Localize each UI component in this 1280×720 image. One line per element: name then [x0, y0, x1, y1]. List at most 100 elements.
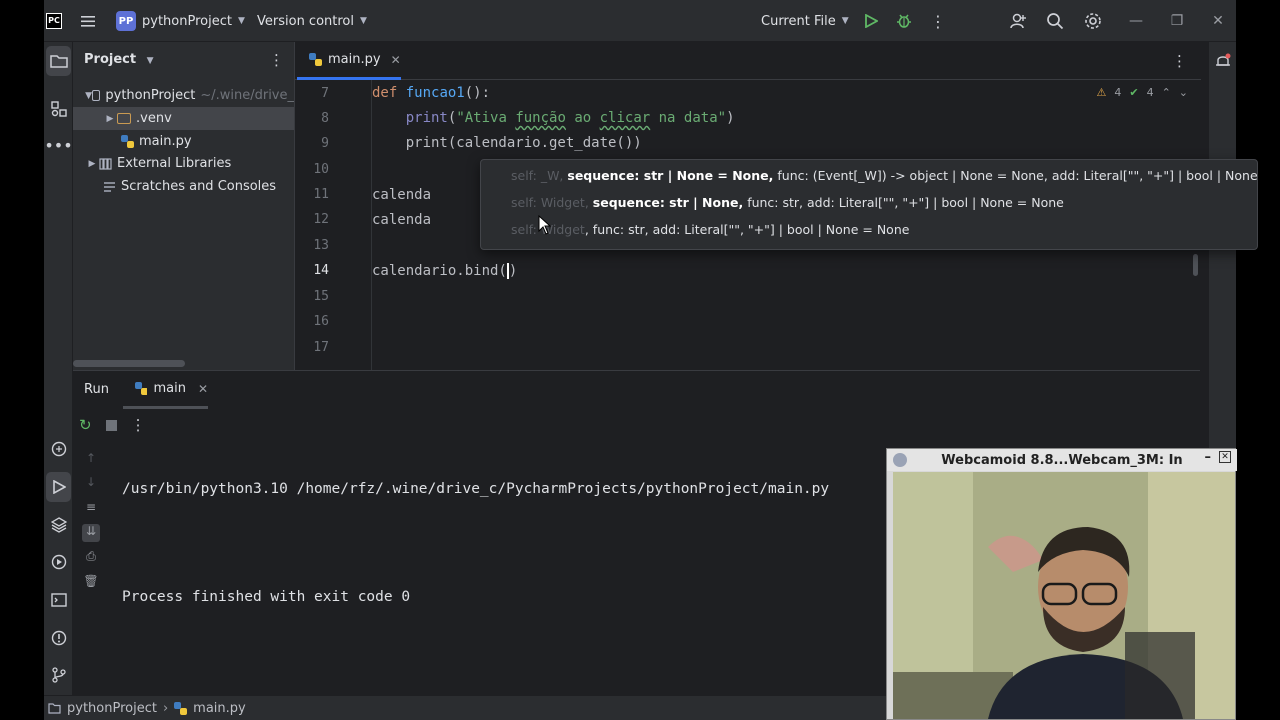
arrow-up-icon[interactable]: ↑	[82, 451, 100, 469]
layers-tool-button[interactable]	[44, 510, 73, 540]
code-text: calendario.bind(	[372, 263, 507, 279]
keyword: def	[372, 85, 398, 101]
run-button[interactable]	[864, 0, 878, 42]
debug-button[interactable]	[896, 0, 912, 42]
close-button[interactable]: ✕	[1198, 0, 1238, 42]
line-number: 12	[313, 212, 329, 227]
rerun-icon[interactable]: ↻	[79, 416, 92, 434]
signature-3: self: Widget , func: str, add: Literal["…	[481, 216, 1259, 243]
signature-rest: func: str, add: Literal["", "+"] | bool …	[747, 195, 1064, 210]
layers-icon	[50, 517, 67, 533]
play-icon	[865, 14, 878, 28]
python-file-icon	[121, 135, 134, 148]
webcam-title-bar[interactable]: Webcamoid 8.8...Webcam_3M: In – ✕	[887, 449, 1237, 471]
code-text: calenda	[372, 212, 432, 228]
signature-rest: , func: str, add: Literal["", "+"] | boo…	[584, 222, 910, 237]
print-icon[interactable]: ⎙	[82, 549, 100, 567]
code-with-me-button[interactable]	[1009, 0, 1027, 42]
check-icon: ✔	[1129, 86, 1139, 99]
tree-item-label: pythonProject	[105, 88, 196, 103]
settings-button[interactable]	[1084, 0, 1102, 42]
tab-main-py[interactable]: main.py ✕	[297, 42, 401, 80]
tab-options-icon[interactable]: ⋮	[1172, 52, 1187, 70]
code-line-14[interactable]: calendario.bind()	[372, 263, 518, 279]
function-name: funcao1	[405, 85, 465, 101]
minimize-icon: —	[1129, 13, 1143, 29]
run-tool-button[interactable]	[46, 472, 71, 502]
webcam-app-icon	[893, 453, 907, 467]
more-options-icon[interactable]: ⋮	[131, 416, 146, 434]
project-tool-button[interactable]	[46, 46, 71, 76]
close-icon: ✕	[1212, 13, 1224, 29]
git-branch-icon	[51, 667, 66, 683]
console-line: Process finished with exit code 0	[122, 589, 411, 605]
parameter-info-popup: self: _W, sequence: str | None = None, f…	[480, 159, 1259, 250]
minimize-icon[interactable]: –	[1205, 450, 1212, 465]
code-line-11[interactable]: calenda	[372, 187, 431, 203]
tree-item-venv[interactable]: ▶ .venv	[73, 107, 294, 130]
run-tab-main[interactable]: main ✕	[123, 371, 208, 409]
more-tools-icon[interactable]: •••	[44, 130, 73, 160]
webcam-video-feed	[893, 472, 1235, 719]
panel-options-icon[interactable]: ⋮	[269, 51, 284, 69]
code-line-9[interactable]: print(calendario.get_date())	[372, 135, 642, 151]
pycharm-logo: PC	[46, 13, 62, 29]
arrow-down-icon[interactable]: ↓	[82, 475, 100, 493]
run-config-selector[interactable]: Current File ▼	[761, 0, 849, 42]
string-literal: na data"	[650, 110, 727, 126]
close-tab-icon[interactable]: ✕	[391, 53, 401, 67]
close-tab-icon[interactable]: ✕	[198, 382, 208, 396]
webcam-person-image	[893, 472, 1235, 719]
webcam-window: Webcamoid 8.8...Webcam_3M: In – ✕	[886, 448, 1237, 720]
code-line-8[interactable]: print("Ativa função ao clicar na data")	[372, 110, 735, 126]
breadcrumb-file[interactable]: main.py	[193, 701, 246, 716]
minimize-button[interactable]: —	[1116, 0, 1156, 42]
signature-current-param: sequence: str | None,	[592, 195, 744, 210]
chevron-up-icon[interactable]: ⌃	[1162, 86, 1171, 99]
scroll-to-end-icon[interactable]: ⇊	[82, 524, 100, 542]
soft-wrap-icon[interactable]: ≡	[82, 500, 100, 518]
inspection-widget[interactable]: ⚠ 4 ✔ 4 ⌃ ⌄	[1096, 86, 1188, 99]
line-number: 8	[321, 111, 329, 126]
tree-item-scratches[interactable]: Scratches and Consoles	[73, 175, 294, 198]
version-control-menu[interactable]: Version control ▼	[257, 0, 367, 42]
editor-vertical-scrollbar[interactable]	[1193, 254, 1198, 276]
structure-icon	[50, 101, 67, 117]
problems-tool-button[interactable]	[44, 623, 73, 653]
main-menu-button[interactable]	[80, 0, 96, 42]
git-tool-button[interactable]	[44, 660, 73, 690]
tree-item-label: main.py	[139, 134, 192, 149]
line-number: 9	[321, 136, 329, 151]
signature-2: self: Widget, sequence: str | None, func…	[481, 189, 1259, 216]
notifications-button[interactable]	[1214, 52, 1232, 74]
breadcrumb-project[interactable]: pythonProject	[67, 701, 157, 716]
left-tool-strip: •••	[44, 42, 73, 695]
vcs-label: Version control	[257, 13, 354, 29]
trash-icon[interactable]: 🗑	[82, 574, 100, 592]
terminal-tool-button[interactable]	[44, 585, 73, 615]
python-packages-button[interactable]	[44, 434, 73, 464]
project-panel-title: Project	[84, 52, 137, 67]
tree-item-main-py[interactable]: main.py	[73, 130, 294, 153]
console-output[interactable]: /usr/bin/python3.10 /home/rfz/.wine/driv…	[122, 441, 829, 644]
search-button[interactable]	[1046, 0, 1064, 42]
tree-item-project-root[interactable]: ▼ pythonProject ~/.wine/drive_	[73, 84, 294, 107]
code-line-7[interactable]: def funcao1():	[372, 85, 490, 101]
close-icon[interactable]: ✕	[1219, 451, 1231, 463]
services-tool-button[interactable]	[44, 547, 73, 577]
maximize-button[interactable]: ❐	[1157, 0, 1197, 42]
python-file-icon	[135, 382, 148, 395]
chevron-down-icon[interactable]: ⌄	[1179, 86, 1188, 99]
stop-icon[interactable]	[105, 419, 117, 431]
tree-item-label: .venv	[136, 111, 172, 126]
project-horizontal-scrollbar[interactable]	[73, 360, 185, 367]
more-actions-icon[interactable]: ⋮	[930, 0, 946, 42]
project-panel-header[interactable]: Project ▼	[84, 52, 154, 67]
project-switcher[interactable]: PP pythonProject ▼	[116, 0, 245, 42]
structure-tool-button[interactable]	[44, 94, 73, 124]
tree-item-external-libraries[interactable]: ▶ External Libraries	[73, 152, 294, 175]
caret-paren: )	[506, 263, 518, 279]
chevron-right-icon: ▶	[88, 158, 96, 169]
chevron-down-icon: ▼	[146, 56, 154, 66]
code-line-12[interactable]: calenda	[372, 212, 431, 228]
